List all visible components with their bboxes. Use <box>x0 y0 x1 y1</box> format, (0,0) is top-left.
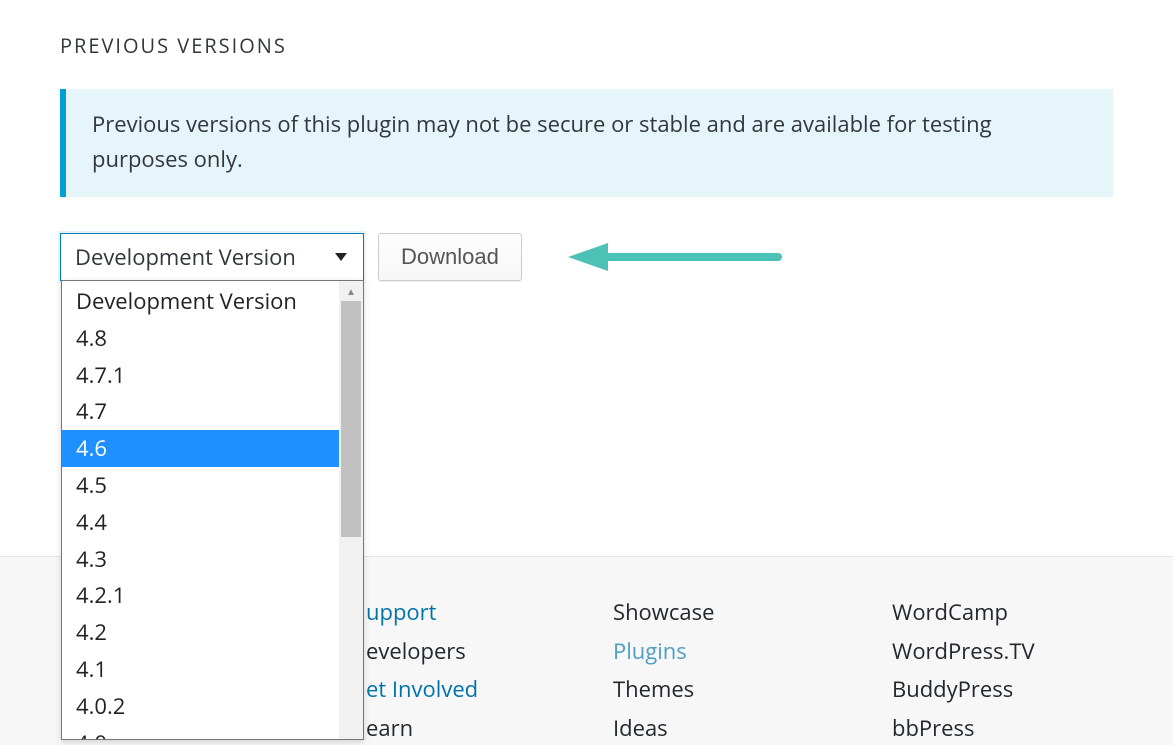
scroll-thumb[interactable] <box>341 301 361 537</box>
version-option[interactable]: 4.2 <box>62 614 339 651</box>
version-option[interactable]: 4.7.1 <box>62 357 339 394</box>
footer-link[interactable]: WordCamp <box>892 593 1035 632</box>
version-select[interactable]: Development Version <box>60 233 364 281</box>
version-option[interactable]: 4.6 <box>62 430 339 467</box>
version-select-value: Development Version <box>75 242 296 272</box>
previous-versions-notice: Previous versions of this plugin may not… <box>60 89 1113 197</box>
footer-link[interactable]: Themes <box>613 670 714 709</box>
version-option[interactable]: 4.8 <box>62 320 339 357</box>
version-option[interactable]: Development Version <box>62 283 339 320</box>
version-option[interactable]: 4.1 <box>62 651 339 688</box>
chevron-down-icon <box>335 253 347 261</box>
version-select-box[interactable]: Development Version <box>60 233 364 281</box>
footer-link[interactable]: et Involved <box>366 670 478 709</box>
version-option[interactable]: 4.3 <box>62 541 339 578</box>
pointer-arrow-icon <box>558 240 788 274</box>
footer-link[interactable]: evelopers <box>366 632 478 671</box>
footer-link[interactable]: Showcase <box>613 593 714 632</box>
version-option[interactable]: 4.0 <box>62 725 339 740</box>
footer-link[interactable]: earn <box>366 709 478 745</box>
scroll-up-icon[interactable]: ▲ <box>339 281 363 301</box>
footer-link[interactable]: upport <box>366 593 478 632</box>
version-option[interactable]: 4.0.2 <box>62 688 339 725</box>
version-option[interactable]: 4.7 <box>62 393 339 430</box>
footer-link[interactable]: Plugins <box>613 632 714 671</box>
footer-link[interactable]: Ideas <box>613 709 714 745</box>
dropdown-scrollbar[interactable]: ▲ <box>339 281 363 740</box>
footer-link[interactable]: bbPress <box>892 709 1035 745</box>
footer-link[interactable]: BuddyPress <box>892 670 1035 709</box>
version-option[interactable]: 4.5 <box>62 467 339 504</box>
download-button[interactable]: Download <box>378 233 522 281</box>
version-option[interactable]: 4.2.1 <box>62 577 339 614</box>
version-select-dropdown[interactable]: Development Version4.84.7.14.74.64.54.44… <box>61 280 364 740</box>
section-heading: PREVIOUS VERSIONS <box>60 32 1113 59</box>
footer-link[interactable]: WordPress.TV <box>892 632 1035 671</box>
version-option[interactable]: 4.4 <box>62 504 339 541</box>
